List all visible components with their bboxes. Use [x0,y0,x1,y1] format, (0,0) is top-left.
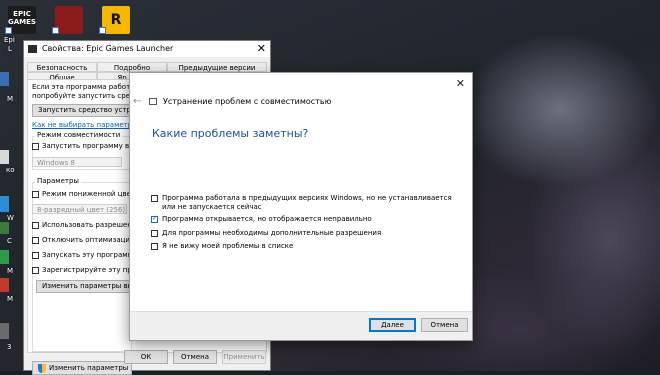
disable-fullscreen-label: Отключить оптимизацию во [42,236,132,244]
intro-text-line2: попробуйте запустить средство у [32,92,132,100]
option-displays-incorrectly[interactable]: Программа открывается, но отображается н… [151,214,461,224]
manual-settings-link[interactable]: Как не выбирать параметры сов [32,121,132,129]
close-icon[interactable]: ✕ [257,42,266,55]
shortcut-arrow-icon [52,27,59,34]
back-arrow-icon[interactable]: ← [133,96,141,107]
reduced-color-label: Режим пониженной цветност [42,190,132,198]
close-icon[interactable]: ✕ [456,77,465,90]
option-label: Я не вижу моей проблемы в списке [162,242,294,250]
tab-previous-versions[interactable]: Предыдущие версии [167,62,267,72]
compat-mode-row[interactable]: Запустить программу в реж [32,141,132,151]
compat-mode-checkbox-label: Запустить программу в реж [42,142,132,150]
desktop-icon-fragment [0,196,9,212]
dialog-title: Устранение проблем с совместимостью [163,97,332,106]
checkbox[interactable] [32,251,39,259]
desktop-fragment: ко [6,166,15,174]
next-button[interactable]: Далее [369,318,416,332]
desktop-fragment: M [7,295,14,303]
reduced-color-row[interactable]: Режим пониженной цветност [32,189,132,199]
run-troubleshooter-button[interactable]: Запустить средство устранен [32,104,132,117]
epic-logo-text: EPIC GAMES [8,10,36,26]
run-as-admin-row[interactable]: Запускать эту программу от [32,250,132,260]
dialog-footer: Далее Отмена [130,311,472,340]
desktop-label-epic: Epi [4,36,15,44]
rockstar-desktop-icon[interactable]: R [102,6,130,34]
ok-button[interactable]: ОК [124,350,168,364]
apply-button[interactable]: Применить [222,350,266,364]
desktop-icon-fragment [0,250,9,264]
checkbox[interactable] [151,230,158,237]
option-label: Программа открывается, но отображается н… [162,215,372,223]
uac-shield-icon [38,363,46,373]
app-icon [28,45,37,53]
desktop-icon-fragment [0,323,9,339]
change-all-users-button[interactable]: Изменить параметры для все [32,361,132,375]
shortcut-arrow-icon [5,27,12,34]
register-restart-label: Зарегистрируйте эту програ [42,266,132,274]
checkbox[interactable] [151,243,158,250]
compatibility-troubleshooter-dialog: ✕ ← Устранение проблем с совместимостью … [129,72,473,341]
register-restart-row[interactable]: Зарегистрируйте эту програ [32,265,132,275]
option-label: Для программы необходимы дополнительные … [162,229,382,237]
tab-security[interactable]: Безопасность [27,62,97,72]
option-not-installing[interactable]: Программа работала в предыдущих версиях … [151,194,461,212]
checkbox[interactable] [151,195,158,202]
properties-titlebar[interactable]: Свойства: Epic Games Launcher ✕ [24,41,270,57]
disable-fullscreen-row[interactable]: Отключить оптимизацию во [32,235,132,245]
compat-os-select[interactable]: Windows 8 [32,157,122,167]
resolution-row[interactable]: Использовать разрешение [32,220,132,230]
tab-details[interactable]: Подробно [97,62,167,72]
desktop-fragment: М [7,267,14,275]
dialog-question: Какие проблемы заметны? [152,127,309,140]
epic-games-desktop-icon[interactable]: EPIC GAMES [8,6,36,34]
resolution-label: Использовать разрешение [42,221,132,229]
shortcut-arrow-icon [99,27,106,34]
option-label: Программа работала в предыдущих версиях … [162,194,452,211]
troubleshooter-icon [149,98,157,105]
properties-title: Свойства: Epic Games Launcher [42,44,174,53]
desktop-icon-fragment [0,278,9,292]
intro-text-line1: Если эта программа работает не [32,83,132,91]
rdr2-desktop-icon[interactable] [55,6,83,34]
desktop-fragment: M [7,95,14,103]
option-problem-not-listed[interactable]: Я не вижу моей проблемы в списке [151,242,461,251]
desktop-fragment: С [7,237,12,245]
desktop-icon-fragment [0,150,9,164]
checkbox-checked[interactable] [151,214,158,223]
checkbox[interactable] [32,190,39,198]
checkbox[interactable] [32,142,39,150]
color-depth-select[interactable]: 8-разрядный цвет (256) [32,204,127,214]
cancel-button[interactable]: Отмена [173,350,217,364]
option-needs-permissions[interactable]: Для программы необходимы дополнительные … [151,229,461,238]
change-dpi-button[interactable]: Изменить параметры высо [36,280,130,293]
desktop-fragment: 3 [7,343,12,351]
run-as-admin-label: Запускать эту программу от [42,251,132,259]
checkbox[interactable] [32,221,39,229]
settings-group-label: Параметры [35,177,81,185]
desktop-icon-fragment [0,72,9,86]
checkbox[interactable] [32,236,39,244]
desktop-label-epic-2: L [8,45,12,53]
cancel-button[interactable]: Отмена [421,318,468,332]
compat-mode-label: Режим совместимости [35,131,123,139]
desktop-icon-fragment [0,222,9,234]
checkbox[interactable] [32,266,39,274]
